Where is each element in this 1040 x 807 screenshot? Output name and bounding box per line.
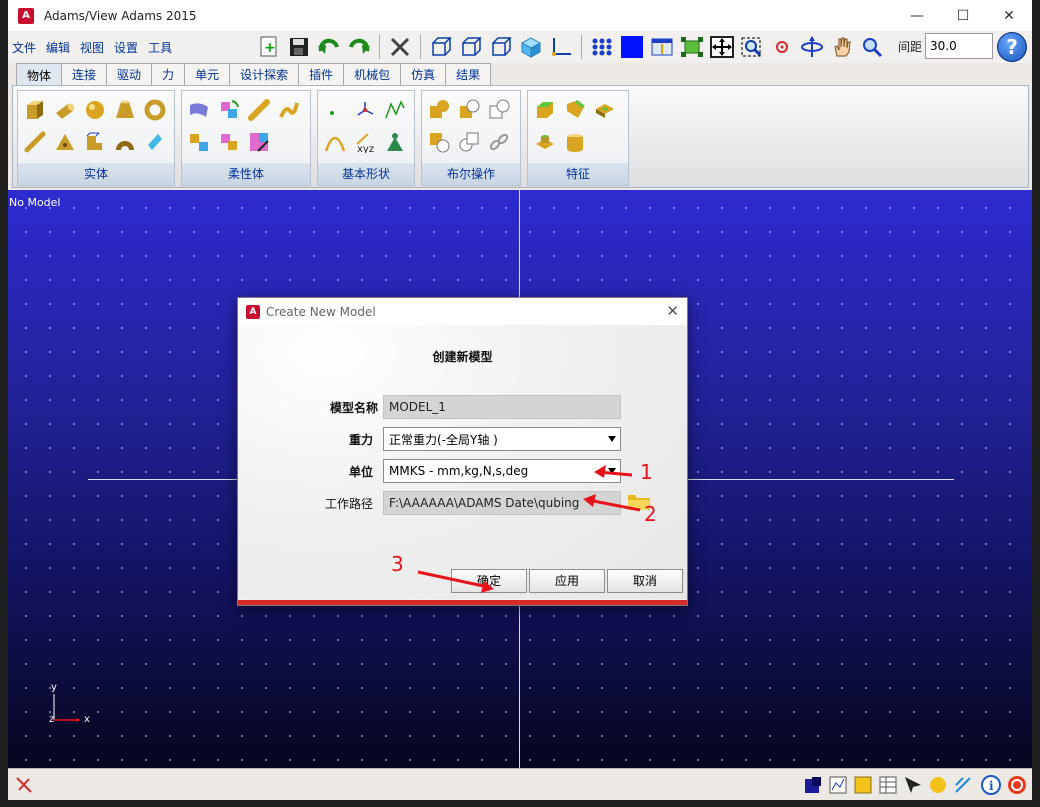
annotation-arrow-1: [594, 465, 633, 478]
annotation-arrows: [417, 465, 641, 593]
annotation-label-2: 2: [644, 502, 657, 526]
annotation-label-3: 3: [391, 552, 404, 576]
annotation-label-1: 1: [640, 460, 653, 484]
annotation-arrow-3: [417, 570, 494, 593]
annotation-arrow-2: [583, 494, 641, 512]
